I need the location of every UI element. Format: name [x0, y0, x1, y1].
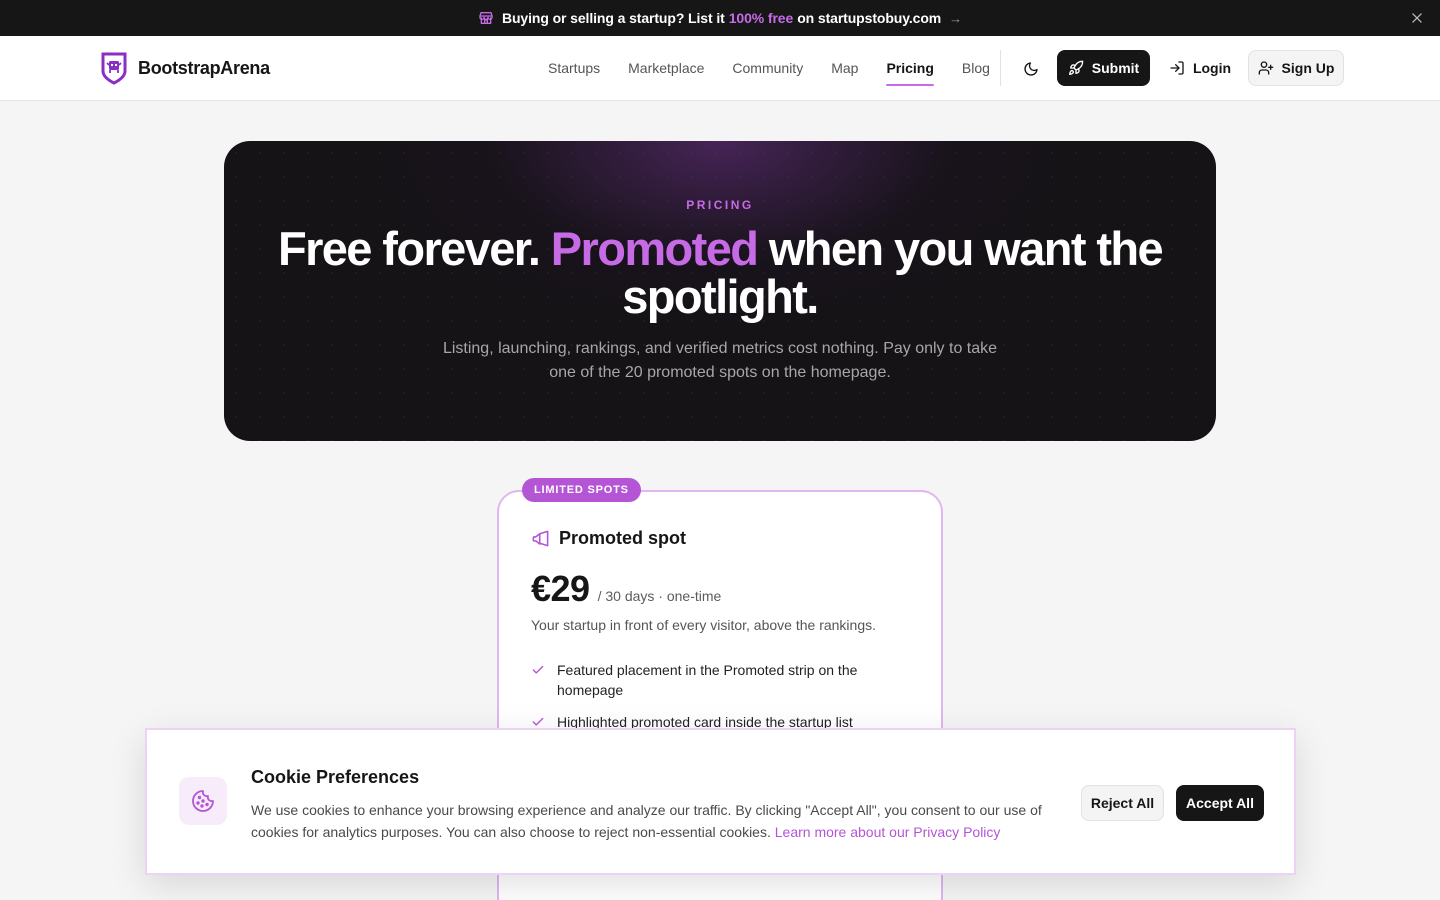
card-title: Promoted spot — [559, 528, 687, 548]
signup-label: Sign Up — [1281, 60, 1335, 76]
moon-icon[interactable] — [1018, 56, 1044, 82]
card-title-row: Promoted spot — [531, 528, 686, 549]
pricing-hero: PRICING Free forever. Promoted when you … — [224, 141, 1216, 441]
login-button[interactable]: Login — [1162, 50, 1238, 86]
brand-link[interactable]: BootstrapArena — [100, 51, 270, 85]
hero-subtitle: Listing, launching, rankings, and verifi… — [442, 340, 998, 381]
limited-spots-badge: LIMITED SPOTS — [522, 478, 641, 502]
nav-community[interactable]: Community — [732, 36, 803, 100]
megaphone-icon — [531, 529, 550, 548]
submit-label: Submit — [1091, 60, 1140, 76]
announcement-bar[interactable]: Buying or selling a startup? List it 100… — [0, 0, 1440, 36]
nav-blog[interactable]: Blog — [962, 36, 990, 100]
user-plus-icon — [1258, 60, 1274, 76]
site-header: BootstrapArena Startups Marketplace Comm… — [0, 36, 1440, 101]
submit-button[interactable]: Submit — [1057, 50, 1150, 86]
feature-item: Featured placement in the Promoted strip… — [531, 660, 891, 700]
cookie-banner: Cookie Preferences We use cookies to enh… — [145, 728, 1296, 875]
signup-button[interactable]: Sign Up — [1248, 50, 1344, 86]
login-label: Login — [1192, 60, 1232, 76]
check-icon — [531, 663, 545, 677]
hero-title: Free forever. Promoted when you want the… — [224, 225, 1216, 321]
nav-pricing[interactable]: Pricing — [886, 36, 935, 100]
rocket-icon — [1068, 60, 1084, 76]
login-icon — [1169, 60, 1185, 76]
announcement-link[interactable]: on startupstobuy.com — [797, 10, 941, 26]
nav-startups[interactable]: Startups — [548, 36, 600, 100]
close-icon[interactable] — [1408, 9, 1426, 27]
card-price-row: €29 / 30 days · one-time — [531, 568, 721, 610]
arrow-right-icon: → — [949, 10, 963, 26]
reject-all-button[interactable]: Reject All — [1081, 785, 1164, 821]
nav-map[interactable]: Map — [831, 36, 858, 100]
header-divider — [1000, 50, 1001, 86]
announcement-text: Buying or selling a startup? List it — [501, 10, 725, 26]
hero-title-accent: Promoted — [550, 222, 759, 275]
hero-title-part1: Free forever. — [277, 222, 541, 275]
brand-name: BootstrapArena — [138, 57, 270, 78]
card-period: / 30 days · one-time — [597, 588, 722, 604]
cookie-icon — [179, 777, 227, 825]
feature-text: Featured placement in the Promoted strip… — [557, 662, 858, 698]
card-description: Your startup in front of every visitor, … — [531, 617, 877, 633]
cookie-text: We use cookies to enhance your browsing … — [251, 799, 1061, 843]
card-price: €29 — [531, 568, 590, 609]
main-nav: Startups Marketplace Community Map Prici… — [534, 36, 1004, 100]
hero-eyebrow: PRICING — [686, 198, 754, 212]
accept-all-button[interactable]: Accept All — [1176, 785, 1264, 821]
store-icon — [478, 10, 494, 26]
shield-logo-icon — [100, 51, 128, 85]
announcement-highlight: 100% free — [728, 10, 794, 26]
cookie-title: Cookie Preferences — [251, 767, 420, 787]
check-icon — [531, 715, 545, 729]
privacy-policy-link[interactable]: Learn more about our Privacy Policy — [775, 824, 1001, 840]
nav-marketplace[interactable]: Marketplace — [628, 36, 704, 100]
